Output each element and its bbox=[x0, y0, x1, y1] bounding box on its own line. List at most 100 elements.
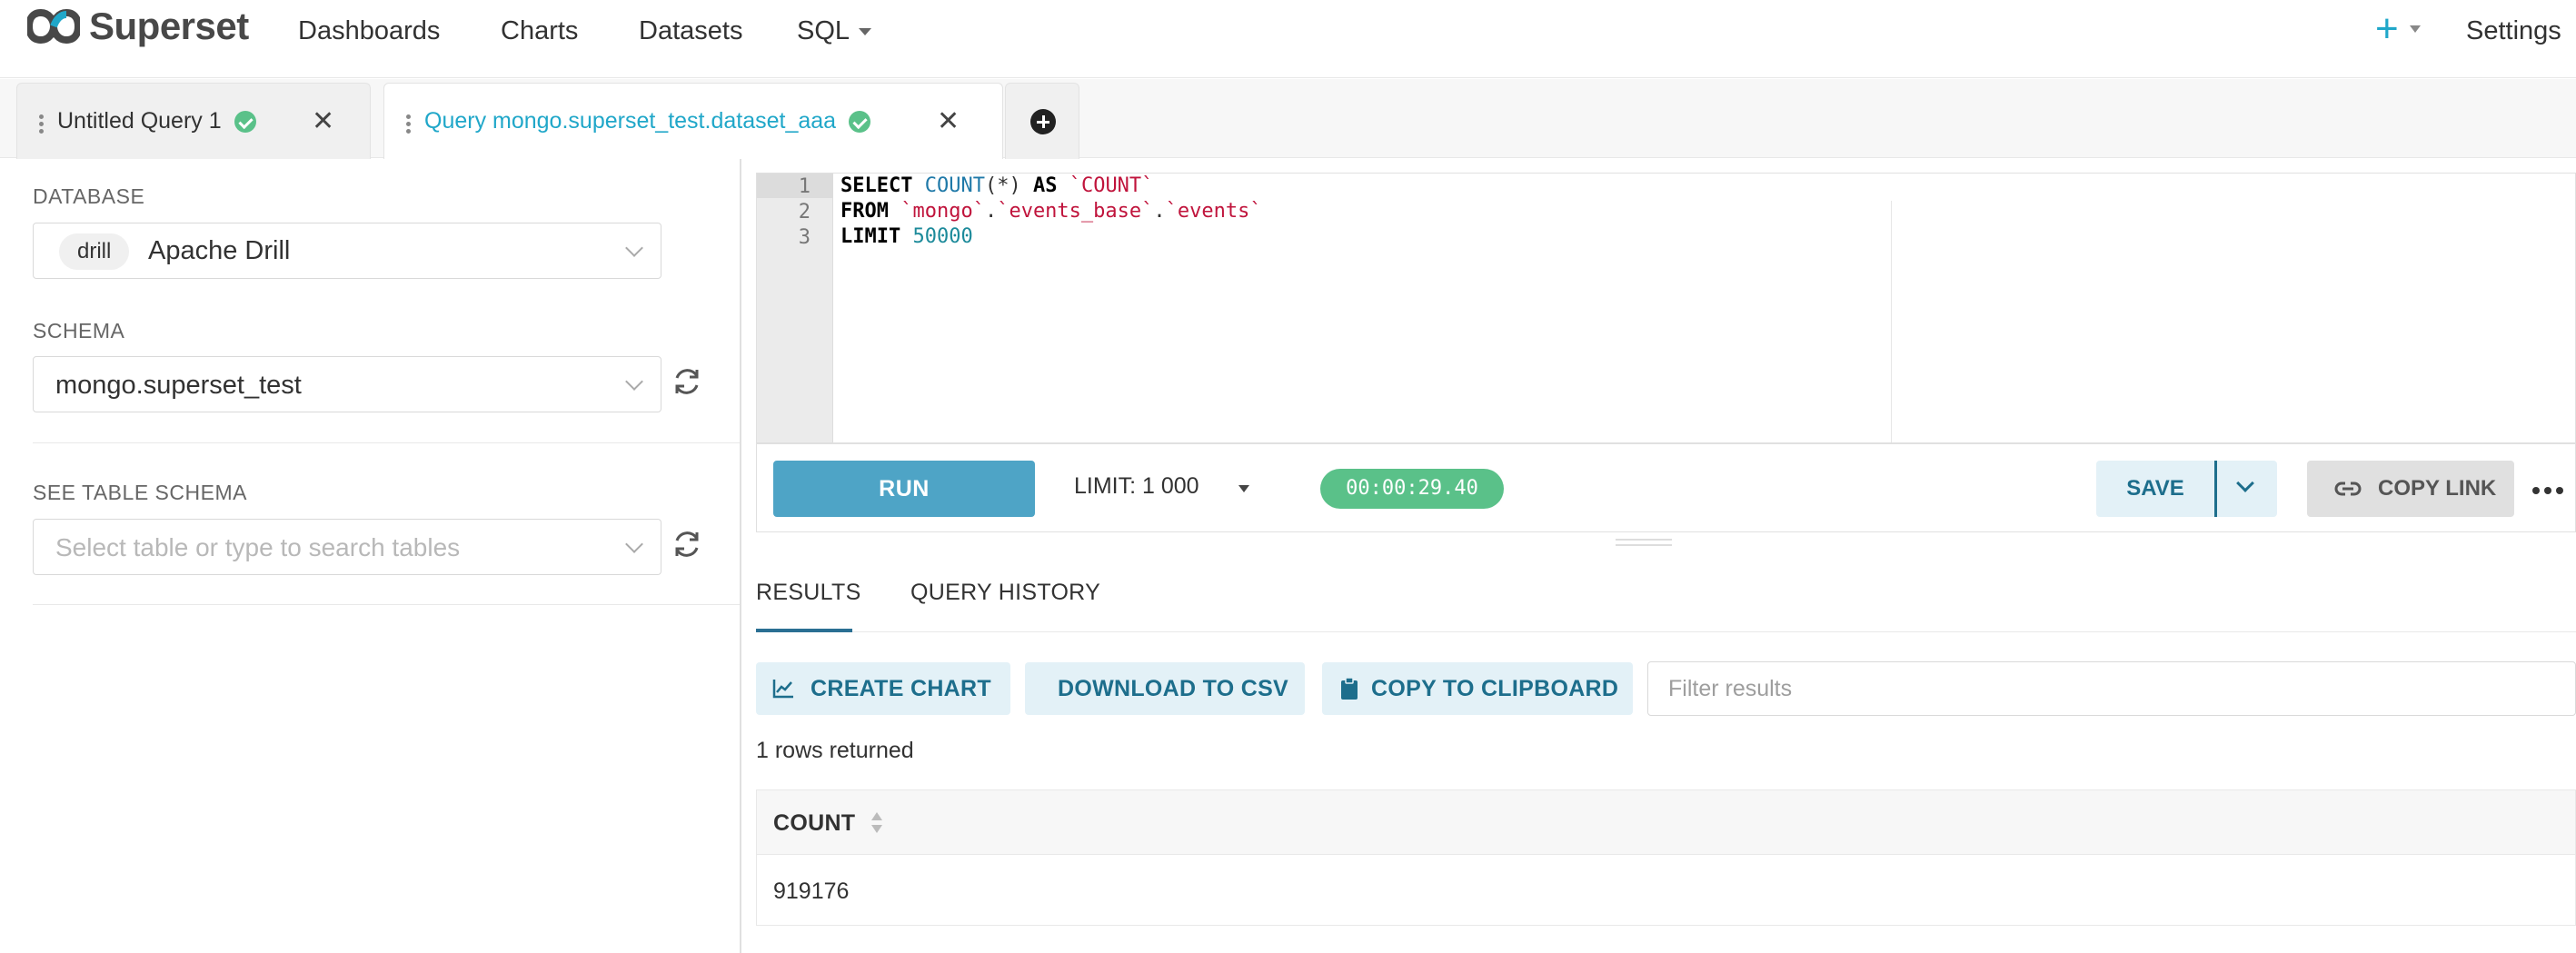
identifier: `events_base` bbox=[997, 200, 1154, 223]
keyword: FROM bbox=[840, 200, 889, 223]
success-check-icon bbox=[849, 110, 871, 133]
chevron-down-icon bbox=[859, 28, 872, 36]
section-divider bbox=[33, 604, 740, 605]
line-number: 3 bbox=[798, 226, 811, 249]
query-timer-badge: 00:00:29.40 bbox=[1320, 469, 1504, 509]
query-tab-untitled[interactable]: Untitled Query 1 ✕ bbox=[16, 83, 371, 159]
create-chart-label: CREATE CHART bbox=[811, 676, 991, 701]
chevron-down-icon bbox=[625, 535, 643, 553]
plus-circle-icon bbox=[1030, 109, 1056, 134]
keyword: SELECT bbox=[840, 174, 913, 197]
copy-clipboard-label: COPY TO CLIPBOARD bbox=[1371, 676, 1619, 701]
code-text: . bbox=[1153, 200, 1166, 223]
table-cell: 919176 bbox=[773, 879, 850, 904]
refresh-tables-icon[interactable] bbox=[671, 528, 703, 561]
close-tab-icon[interactable]: ✕ bbox=[312, 108, 334, 135]
code-line-2: FROM `mongo`.`events_base`.`events` bbox=[840, 199, 1262, 224]
chevron-down-icon bbox=[2236, 474, 2254, 492]
section-divider bbox=[33, 442, 740, 443]
identifier: `COUNT` bbox=[1069, 174, 1154, 197]
panel-resize-divider[interactable] bbox=[740, 159, 741, 953]
database-label: DATABASE bbox=[33, 184, 145, 208]
editor-resize-handle[interactable] bbox=[1616, 539, 1672, 546]
save-button[interactable]: SAVE bbox=[2096, 461, 2214, 517]
drag-handle-icon[interactable] bbox=[39, 114, 45, 134]
database-value: Apache Drill bbox=[148, 236, 291, 265]
brand-name: Superset bbox=[89, 5, 249, 47]
nav-datasets[interactable]: Datasets bbox=[639, 13, 742, 49]
add-tab-button[interactable] bbox=[1005, 83, 1079, 159]
table-row: 919176 bbox=[756, 855, 2576, 926]
function: COUNT bbox=[924, 174, 985, 197]
active-line-highlight bbox=[757, 174, 833, 198]
copy-link-label: COPY LINK bbox=[2378, 476, 2497, 501]
chevron-down-icon[interactable] bbox=[1238, 485, 1249, 492]
print-margin-line bbox=[1891, 201, 1892, 442]
table-select-placeholder: Select table or type to search tables bbox=[55, 533, 461, 561]
save-dropdown-button[interactable] bbox=[2217, 461, 2277, 517]
infinity-logo-icon bbox=[27, 8, 80, 45]
new-item-plus-button[interactable]: + bbox=[2375, 7, 2399, 51]
schema-label: SCHEMA bbox=[33, 319, 125, 342]
close-tab-icon[interactable]: ✕ bbox=[937, 108, 960, 135]
keyword: LIMIT bbox=[840, 225, 901, 248]
identifier: `events` bbox=[1165, 200, 1262, 223]
limit-dropdown[interactable]: LIMIT: 1 000 bbox=[1074, 473, 1199, 500]
filter-results-placeholder: Filter results bbox=[1668, 676, 1793, 701]
number: 50000 bbox=[912, 225, 973, 248]
link-icon bbox=[2334, 481, 2362, 496]
editor-gutter: 1 2 3 bbox=[757, 174, 833, 442]
drag-handle-icon[interactable] bbox=[406, 114, 412, 134]
tab-label: Untitled Query 1 bbox=[57, 108, 222, 134]
nav-sql-label: SQL bbox=[797, 16, 850, 45]
more-options-icon[interactable] bbox=[2532, 482, 2568, 499]
results-tabs: RESULTS QUERY HISTORY bbox=[756, 572, 2576, 632]
copy-link-button[interactable]: COPY LINK bbox=[2307, 461, 2514, 517]
superset-logo[interactable]: Superset bbox=[27, 5, 249, 48]
refresh-schema-icon[interactable] bbox=[671, 365, 703, 398]
tab-query-history[interactable]: QUERY HISTORY bbox=[910, 580, 1100, 606]
column-header-count[interactable]: COUNT bbox=[773, 810, 855, 837]
success-check-icon bbox=[234, 110, 256, 133]
query-tabs-bar: Untitled Query 1 ✕ Query mongo.superset_… bbox=[0, 79, 2576, 159]
rows-returned-count: 1 rows returned bbox=[756, 738, 914, 763]
nav-charts[interactable]: Charts bbox=[501, 13, 578, 49]
results-table-header: COUNT bbox=[756, 789, 2576, 855]
code-line-3: LIMIT 50000 bbox=[840, 224, 973, 250]
code-line-1: SELECT COUNT(*) AS `COUNT` bbox=[840, 174, 1153, 199]
create-chart-button[interactable]: CREATE CHART bbox=[756, 662, 1010, 715]
code-text: . bbox=[984, 200, 998, 223]
schema-select[interactable]: mongo.superset_test bbox=[33, 356, 661, 412]
table-select[interactable]: Select table or type to search tables bbox=[33, 519, 661, 575]
download-csv-label: DOWNLOAD TO CSV bbox=[1058, 676, 1289, 701]
sql-editor[interactable]: 1 2 3 SELECT COUNT(*) AS `COUNT` FROM `m… bbox=[756, 173, 2576, 443]
tab-results[interactable]: RESULTS bbox=[756, 580, 861, 606]
line-chart-icon bbox=[772, 680, 793, 699]
copy-clipboard-button[interactable]: COPY TO CLIPBOARD bbox=[1322, 662, 1633, 715]
chevron-down-icon[interactable] bbox=[2410, 25, 2421, 33]
tab-label: Query mongo.superset_test.dataset_aaa bbox=[424, 108, 837, 134]
run-button[interactable]: RUN bbox=[773, 461, 1035, 517]
download-csv-button[interactable]: DOWNLOAD TO CSV bbox=[1025, 662, 1305, 715]
line-number: 1 bbox=[798, 175, 811, 198]
nav-dashboards[interactable]: Dashboards bbox=[298, 13, 440, 49]
active-tab-underline bbox=[756, 629, 852, 632]
database-type-tag: drill bbox=[59, 233, 130, 270]
filter-results-input[interactable]: Filter results bbox=[1647, 661, 2576, 716]
left-sidebar: DATABASE drill Apache Drill SCHEMA mongo… bbox=[15, 159, 740, 953]
query-tab-dataset-aaa[interactable]: Query mongo.superset_test.dataset_aaa ✕ bbox=[383, 83, 1003, 159]
schema-value: mongo.superset_test bbox=[55, 371, 302, 400]
chevron-down-icon bbox=[625, 239, 643, 257]
query-toolbar: RUN LIMIT: 1 000 00:00:29.40 SAVE COPY L… bbox=[756, 443, 2576, 532]
clipboard-icon bbox=[1341, 677, 1358, 700]
code-text: (*) bbox=[984, 174, 1033, 197]
settings-menu[interactable]: Settings bbox=[2466, 13, 2561, 49]
chevron-down-icon bbox=[625, 372, 643, 391]
database-select[interactable]: drill Apache Drill bbox=[33, 223, 661, 279]
sort-icon[interactable] bbox=[870, 812, 884, 836]
nav-sql-menu[interactable]: SQL bbox=[797, 13, 872, 49]
line-number: 2 bbox=[798, 201, 811, 223]
identifier: `mongo` bbox=[900, 200, 985, 223]
table-schema-label: SEE TABLE SCHEMA bbox=[33, 481, 247, 504]
keyword: AS bbox=[1032, 174, 1058, 197]
